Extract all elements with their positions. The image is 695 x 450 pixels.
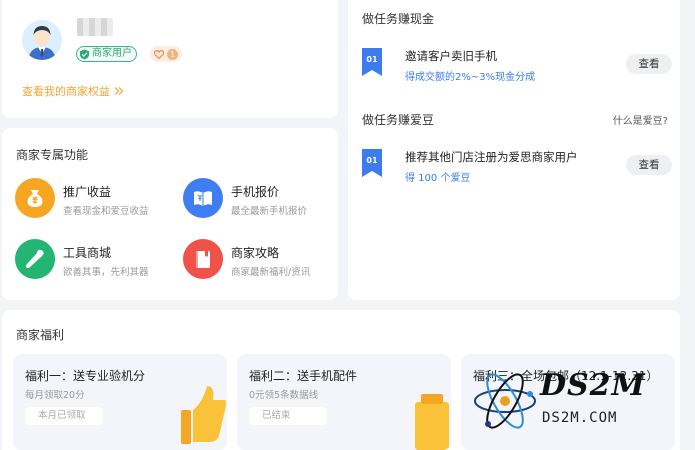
- welfare-sub: 0元领5条数据线: [249, 390, 319, 401]
- welfare-claimed-button[interactable]: 本月已领取: [25, 407, 103, 425]
- ds2m-watermark: DS2M DS2M.COM: [468, 362, 690, 442]
- watermark-sub-text: DS2M.COM: [542, 410, 618, 426]
- phone-accessory-icon: [415, 394, 449, 450]
- feature-tool-mall[interactable]: 工具商城 欲善其事，先利其器: [15, 239, 175, 283]
- thumbs-up-icon: [181, 386, 226, 444]
- task-desc: 得成交额的2%~3%现金分成: [405, 72, 536, 83]
- task-title: 邀请客户卖旧手机: [405, 49, 497, 63]
- user-avatar-icon: [22, 20, 62, 60]
- feature-promotion-income[interactable]: 推广收益 查看现金和爱豆收益: [15, 178, 175, 222]
- task-desc: 得 100 个爱豆: [405, 173, 471, 184]
- heart-count: 1: [167, 48, 179, 60]
- feature-title: 手机报价: [231, 185, 280, 199]
- feature-desc: 欲善其事，先利其器: [63, 267, 149, 278]
- welfare-title: 福利二：送手机配件: [249, 369, 358, 383]
- feature-phone-price[interactable]: 手机报价 最全最新手机报价: [183, 178, 343, 222]
- bean-task-recommend: 01 推荐其他门店注册为爱思商家用户 得 100 个爱豆 查看: [362, 149, 672, 189]
- atom-logo-icon: [474, 373, 536, 429]
- welfare-title: 商家福利: [16, 328, 65, 342]
- double-chevron-right-icon: [114, 87, 124, 95]
- what-is-bean-link[interactable]: 什么是爱豆?: [613, 112, 668, 127]
- ribbon-number-icon: 01: [362, 48, 382, 76]
- merchant-rights-label: 查看我的商家权益: [22, 85, 110, 98]
- welfare-item-1[interactable]: 福利一：送专业验机分 每月领取20分 本月已领取: [13, 354, 227, 450]
- cash-task-title: 做任务赚现金: [362, 12, 435, 26]
- welfare-ended-button[interactable]: 已结束: [249, 407, 327, 425]
- watermark-main-text: DS2M: [540, 368, 646, 403]
- shield-icon: [79, 48, 90, 60]
- ribbon-index: 01: [366, 55, 378, 64]
- wrench-icon: [15, 239, 55, 279]
- merchant-user-badge: 商家用户: [76, 46, 137, 62]
- feature-desc: 查看现金和爱豆收益: [63, 206, 149, 217]
- price-book-icon: [183, 178, 223, 218]
- merchant-rights-link[interactable]: 查看我的商家权益: [22, 83, 124, 99]
- feature-title: 推广收益: [63, 185, 112, 199]
- merchant-features-card: 商家专属功能 推广收益 查看现金和爱豆收益 手机报价 最全最新手机报价 工具商城…: [2, 128, 338, 300]
- task-title: 推荐其他门店注册为爱思商家用户: [405, 150, 578, 164]
- avatar[interactable]: [22, 20, 62, 60]
- view-button[interactable]: 查看: [626, 54, 672, 74]
- ribbon-index: 01: [366, 156, 378, 165]
- merchant-badge-label: 商家用户: [92, 48, 132, 59]
- username-blurred: [77, 18, 113, 36]
- welfare-sub: 每月领取20分: [25, 390, 85, 401]
- feature-desc: 最全最新手机报价: [231, 206, 308, 217]
- money-bag-icon: [15, 178, 55, 218]
- heart-icon: [154, 49, 164, 59]
- ribbon-number-icon: 01: [362, 149, 382, 177]
- welfare-title: 福利一：送专业验机分: [25, 369, 146, 383]
- feature-desc: 商家最新福利/资讯: [231, 267, 311, 278]
- bean-task-title: 做任务赚爱豆: [362, 113, 435, 127]
- profile-card: 商家用户 1 查看我的商家权益: [2, 0, 338, 118]
- welfare-item-2[interactable]: 福利二：送手机配件 0元领5条数据线 已结束: [237, 354, 451, 450]
- feature-merchant-guide[interactable]: 商家攻略 商家最新福利/资讯: [183, 239, 343, 283]
- tasks-card: 做任务赚现金 01 邀请客户卖旧手机 得成交额的2%~3%现金分成 查看 做任务…: [348, 0, 680, 300]
- features-title: 商家专属功能: [16, 148, 89, 162]
- heart-badge[interactable]: 1: [150, 46, 183, 62]
- feature-title: 商家攻略: [231, 246, 280, 260]
- guide-book-icon: [183, 239, 223, 279]
- view-button[interactable]: 查看: [626, 155, 672, 175]
- cash-task-invite: 01 邀请客户卖旧手机 得成交额的2%~3%现金分成 查看: [362, 48, 672, 88]
- feature-title: 工具商城: [63, 246, 112, 260]
